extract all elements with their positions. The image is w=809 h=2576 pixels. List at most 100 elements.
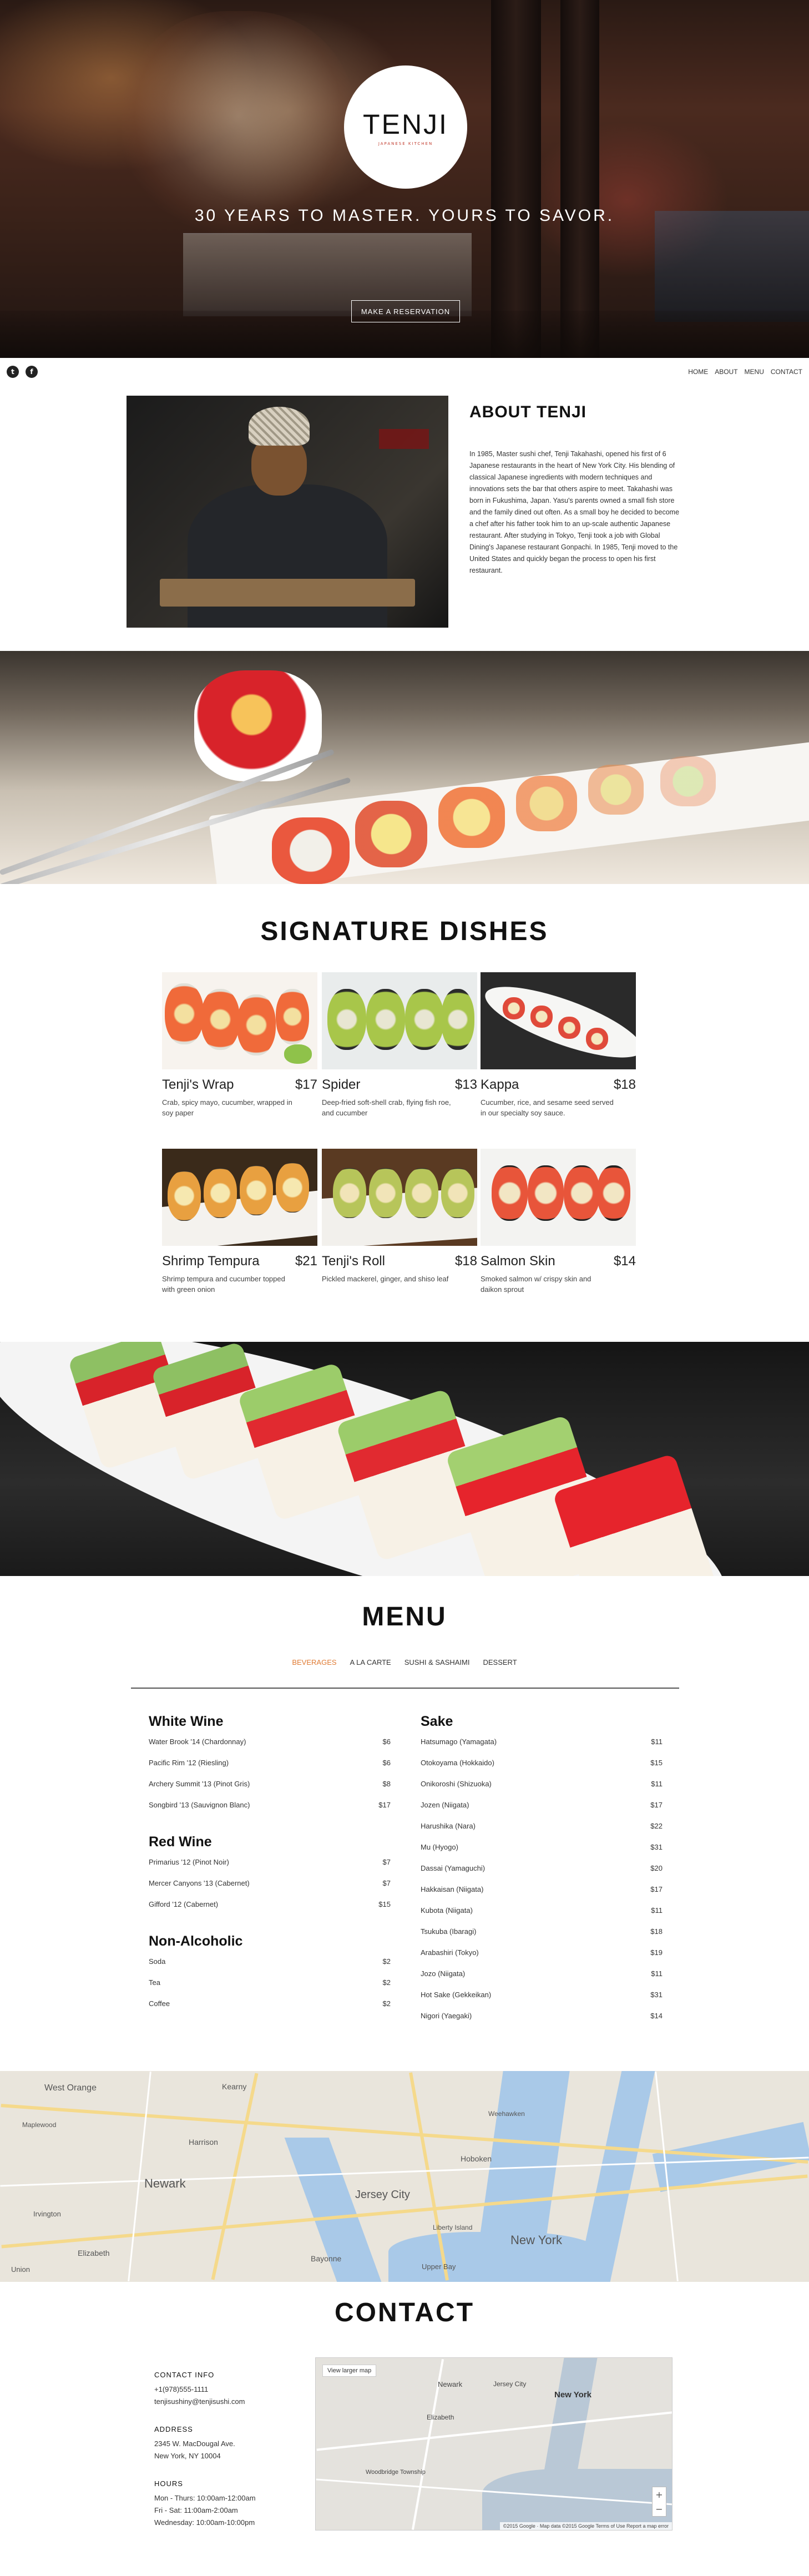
menu-section: Non-Alcoholic Soda $2 Tea $2 Coffee $2 [149,1933,391,2021]
nav-contact[interactable]: CONTACT [771,368,802,376]
contact-title: CONTACT [334,2298,475,2327]
dish-description: Shrimp tempura and cucumber topped with … [162,1275,285,1294]
facebook-icon[interactable]: f [26,366,38,378]
upper-bay [388,2232,599,2282]
menu-item-name: Tsukuba (Ibaragi) [421,1927,477,1936]
tab-a-la-carte[interactable]: A LA CARTE [350,1658,391,1666]
menu-item-price: $11 [651,1737,663,1746]
sushi-piece [530,1006,553,1028]
hero-pillar [491,0,541,358]
map-road [316,2411,672,2451]
menu-item: Harushika (Nara) $22 [421,1822,663,1843]
sushi-piece [441,1168,474,1218]
dish-card[interactable]: Tenji's Wrap $17 Crab, spicy mayo, cucum… [162,972,317,1118]
dish-price: $13 [454,1077,477,1092]
menu-section: Sake Hatsumago (Yamagata) $11 Otokoyama (… [421,1714,663,2033]
menu-item-name: Dassai (Yamaguchi) [421,1864,486,1872]
make-reservation-button[interactable]: MAKE A RESERVATION [351,300,460,322]
dish-description: Deep-fried soft-shell crab, flying fish … [322,1098,451,1117]
sushi-roll [272,817,350,884]
dish-price: $14 [613,1254,636,1269]
logo[interactable]: TENJI JAPANESE KITCHEN [344,65,467,189]
cutting-board [160,579,415,607]
menu-item-name: Tea [149,1978,160,1987]
sushi-roll [660,756,716,806]
map-water [482,2469,672,2530]
map-label: Jersey City [493,2380,527,2388]
menu-item-price: $2 [382,1999,391,2008]
highway [1,2174,808,2249]
hours-line: Mon - Thurs: 10:00am-12:00am [154,2494,256,2502]
sushi-piece [405,989,444,1050]
menu-item-name: Songbird '13 (Sauvignon Blanc) [149,1801,250,1809]
dish-card[interactable]: Shrimp Tempura $21 Shrimp tempura and cu… [162,1149,317,1295]
email-link[interactable]: tenjisushiny@tenjisushi.com [154,2396,245,2408]
tab-sushi-sashimi[interactable]: SUSHI & SASHAIMI [405,1658,470,1666]
menu-item-name: Mercer Canyons '13 (Cabernet) [149,1879,250,1887]
zoom-in-icon[interactable]: + [653,2487,666,2502]
phone-number[interactable]: +1(978)555-1111 [154,2383,245,2396]
area-map[interactable]: West Orange Kearny Harrison Newark Jerse… [0,2071,809,2282]
map-label: Union [11,2265,30,2274]
menu-section: White Wine Water Brook '14 (Chardonnay) $… [149,1714,391,1822]
menu-item-name: Hakkaisan (Niigata) [421,1885,484,1893]
map-label: Irvington [33,2210,61,2218]
page: TENJI JAPANESE KITCHEN 30 YEARS TO MASTE… [0,0,809,2576]
nav-about[interactable]: ABOUT [715,368,737,376]
about-title: ABOUT TENJI [469,403,587,421]
menu-item-price: $11 [651,1969,663,1978]
menu-item: Tea $2 [149,1978,391,1999]
map-label: Woodbridge Township [366,2469,426,2476]
sushi-piece [369,1168,402,1218]
menu-item-price: $2 [382,1957,391,1966]
menu-item: Hatsumago (Yamagata) $11 [421,1737,663,1759]
menu-item: Water Brook '14 (Chardonnay) $6 [149,1737,391,1759]
dish-card[interactable]: Tenji's Roll $18 Pickled mackerel, ginge… [322,1149,477,1284]
menu-category: Red Wine [149,1834,212,1850]
menu-item-price: $14 [650,2012,663,2020]
dish-description: Crab, spicy mayo, cucumber, wrapped in s… [162,1098,292,1117]
menu-item: Coffee $2 [149,1999,391,2021]
map-label: West Orange [44,2083,97,2093]
menu-item-name: Archery Summit '13 (Pinot Gris) [149,1780,250,1788]
dish-price: $18 [613,1077,636,1092]
view-larger-map-link[interactable]: View larger map [322,2365,377,2377]
dish-image [162,1149,317,1246]
menu-item-price: $31 [650,1843,663,1851]
location-map[interactable]: View larger map Newark New York Elizabet… [315,2357,673,2530]
sushi-piece [405,1168,438,1218]
menu-item: Jozo (Niigata) $11 [421,1969,663,1991]
dish-name: Shrimp Tempura [162,1254,260,1269]
sushi-roll [355,801,427,867]
dish-card[interactable]: Salmon Skin $14 Smoked salmon w/ crispy … [481,1149,636,1295]
menu-item-price: $11 [651,1780,663,1788]
map-label: Elizabeth [78,2249,110,2257]
dish-name: Spider [322,1077,361,1092]
nav-home[interactable]: HOME [688,368,708,376]
menu-item: Jozen (Niigata) $17 [421,1801,663,1822]
sushi-piece [168,1171,201,1221]
menu-item-name: Coffee [149,1999,170,2008]
dish-card[interactable]: Kappa $18 Cucumber, rice, and sesame see… [481,972,636,1118]
tab-dessert[interactable]: DESSERT [483,1658,517,1666]
zoom-out-icon[interactable]: − [653,2502,666,2516]
contact-info: CONTACT INFO +1(978)555-1111 tenjisushin… [154,2371,245,2408]
menu-item: Hakkaisan (Niigata) $17 [421,1885,663,1906]
menu-category: White Wine [149,1714,224,1729]
dish-card[interactable]: Spider $13 Deep-fried soft-shell crab, f… [322,972,477,1118]
dish-name: Tenji's Roll [322,1254,385,1269]
map-label: Weehawken [488,2110,525,2118]
contact-info-heading: CONTACT INFO [154,2371,215,2379]
tab-beverages[interactable]: BEVERAGES [292,1658,336,1666]
dish-image [322,1149,477,1246]
wasabi [284,1044,312,1064]
menu-item-price: $31 [650,1991,663,1999]
dish-image [162,972,317,1069]
twitter-icon[interactable]: t [7,366,19,378]
menu-item-price: $17 [650,1885,663,1893]
sushi-roll [516,776,577,831]
hours-line: Wednesday: 10:00am-10:00pm [154,2518,255,2527]
exit-sign [379,429,429,449]
map-label: New York [554,2390,591,2400]
nav-menu[interactable]: MENU [745,368,764,376]
